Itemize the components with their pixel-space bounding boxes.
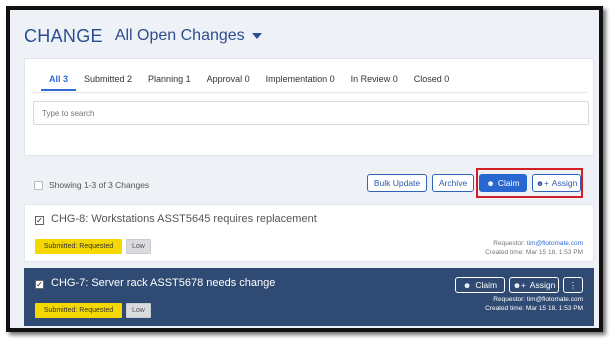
status-badge: Submitted: Requested [35,239,122,254]
tab-approval[interactable]: Approval 0 [199,69,258,91]
tab-closed[interactable]: Closed 0 [406,69,458,91]
list-item[interactable]: ✓ CHG-8: Workstations ASST5645 requires … [24,204,594,262]
list-summary: Showing 1-3 of 3 Changes [34,180,149,190]
archive-label: Archive [438,178,468,188]
tab-in-review[interactable]: In Review 0 [343,69,406,91]
bulk-update-label: Bulk Update [373,178,421,188]
highlight-box [476,168,583,198]
search-input[interactable] [33,101,589,125]
more-button[interactable]: ⋮ [563,277,583,293]
status-tabs: All 3 Submitted 2 Planning 1 Approval 0 … [41,69,457,91]
showing-count: Showing 1-3 of 3 Changes [49,180,150,190]
caret-down-icon[interactable] [251,33,262,39]
tab-all[interactable]: All 3 [41,69,77,91]
check-icon: ✓ [36,280,43,289]
bulk-update-button[interactable]: Bulk Update [367,174,427,192]
requestor-email[interactable]: tim@flotomate.com [527,296,583,303]
row-claim-label: Claim [475,280,498,290]
row-claim-button[interactable]: ☻ Claim [455,277,505,293]
requestor-label: Requestor: [493,240,526,247]
item-title[interactable]: CHG-7: Server rack ASST5678 needs change [51,277,275,289]
created-time: Created time: Mar 15 18, 1:53 PM [485,305,583,312]
app-frame: CHANGE All Open Changes All 3 Submitted … [6,6,603,332]
item-meta: Requestor: tim@flotomate.com Created tim… [485,295,583,313]
item-checkbox[interactable]: ✓ [35,216,44,225]
tab-implementation[interactable]: Implementation 0 [258,69,343,91]
row-assign-label: Assign [529,280,556,290]
select-all-checkbox[interactable] [34,180,43,190]
item-title[interactable]: CHG-8: Workstations ASST5645 requires re… [51,213,317,225]
archive-button[interactable]: Archive [432,174,474,192]
requestor-label: Requestor: [493,296,526,303]
tab-planning[interactable]: Planning 1 [140,69,199,91]
priority-badge: Low [126,303,151,318]
item-meta: Requestor: tim@flotomate.com Created tim… [485,239,583,257]
priority-badge: Low [126,239,151,254]
row-assign-button[interactable]: ☻+ Assign [509,277,559,293]
user-icon: ☻ [462,280,472,290]
filter-panel: All 3 Submitted 2 Planning 1 Approval 0 … [24,58,594,156]
created-time: Created time: Mar 15 18, 1:53 PM [485,249,583,256]
requestor-email[interactable]: tim@flotomate.com [527,240,583,247]
more-vertical-icon: ⋮ [568,279,578,290]
tab-submitted[interactable]: Submitted 2 [76,69,140,91]
item-checkbox[interactable]: ✓ [35,280,44,289]
tabs-divider [31,92,587,93]
view-selector[interactable]: All Open Changes [115,27,245,45]
status-badge: Submitted: Requested [35,303,122,318]
list-item-selected[interactable]: ✓ CHG-7: Server rack ASST5678 needs chan… [24,268,594,326]
page-header: CHANGE All Open Changes [24,22,262,50]
check-icon: ✓ [36,216,43,225]
page-title: CHANGE [24,25,103,46]
user-plus-icon: ☻+ [512,280,526,290]
